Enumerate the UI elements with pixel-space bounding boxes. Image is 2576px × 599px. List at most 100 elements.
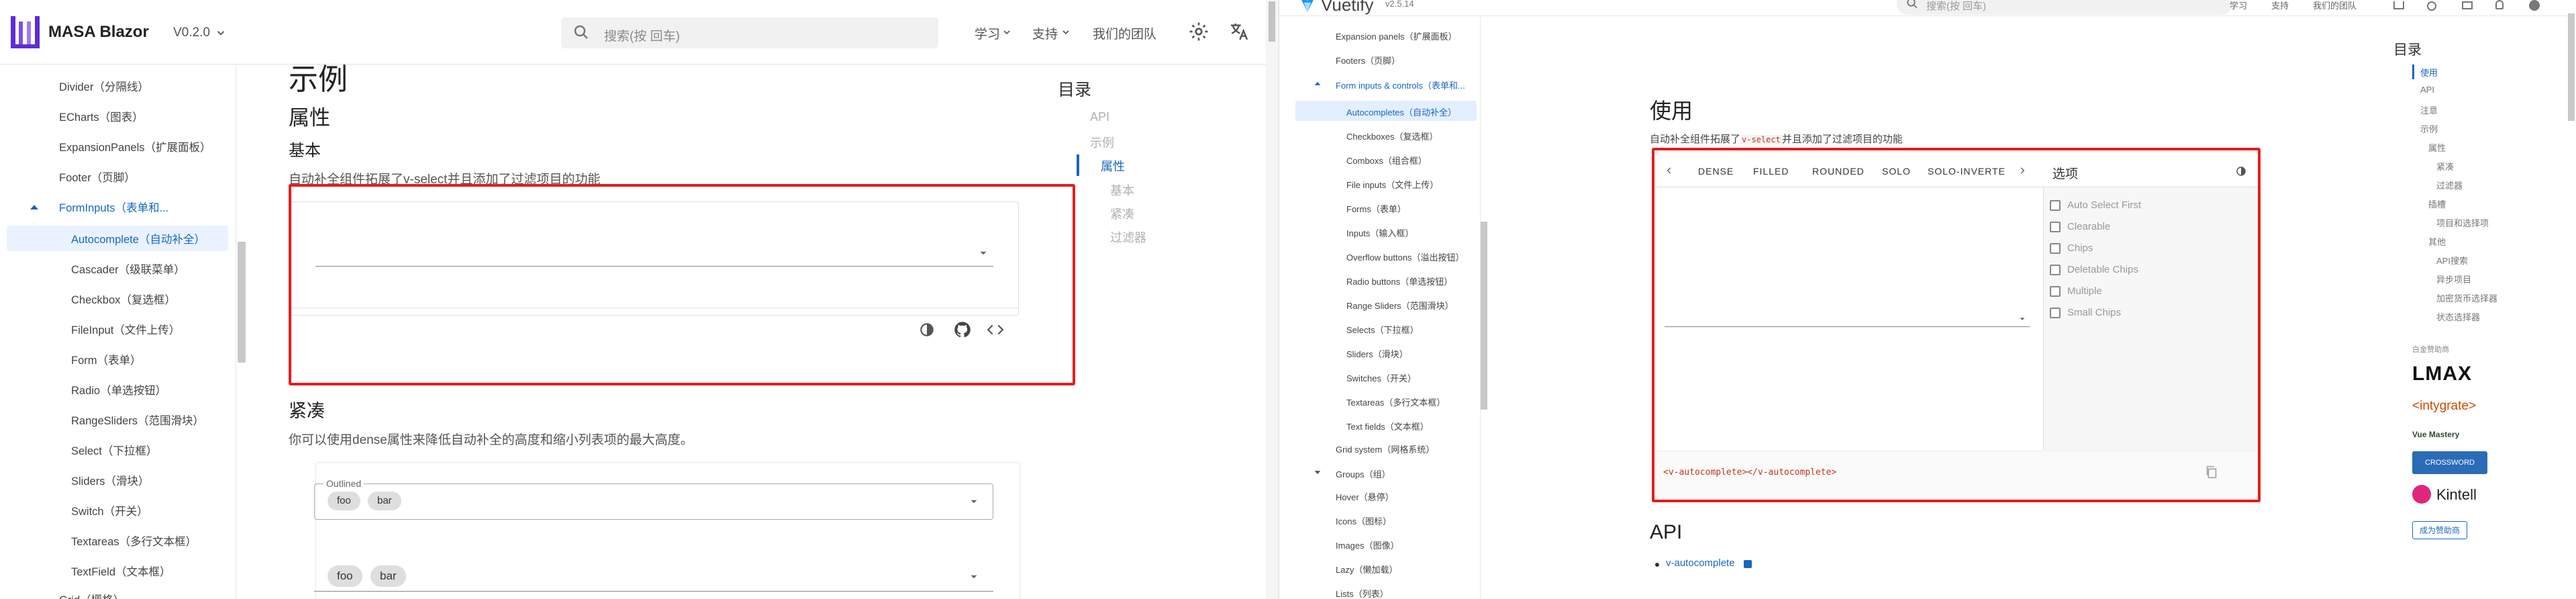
sidebar-item-divider[interactable]: Divider（分隔线）: [59, 78, 149, 94]
search-input[interactable]: 搜索(按 回车): [1897, 0, 2232, 15]
toc-item-basic[interactable]: 基本: [1110, 181, 1134, 199]
collapse-arrow-icon[interactable]: [1314, 81, 1321, 86]
toc-item-api[interactable]: API: [1090, 110, 1109, 124]
chip-foo[interactable]: foo: [328, 565, 362, 587]
sponsor-vue-mastery[interactable]: Vue Mastery: [2412, 430, 2459, 439]
sidebar-item-footers[interactable]: Footers（页脚）: [1336, 54, 1400, 66]
sidebar-item-select[interactable]: Select（下拉框）: [71, 442, 157, 458]
chevron-down-icon[interactable]: [215, 27, 227, 39]
version-selector[interactable]: v2.5.14: [1385, 0, 1414, 9]
nav-support[interactable]: 支持: [1032, 24, 1058, 42]
toc-item-examples[interactable]: 示例: [1090, 134, 1114, 151]
toc-item-filter[interactable]: 过滤器: [2436, 179, 2463, 191]
toc-item-dense[interactable]: 紧凑: [1110, 205, 1134, 222]
dropdown-arrow-icon[interactable]: [968, 571, 980, 583]
toc-item-api[interactable]: API: [2420, 85, 2434, 95]
sponsor-kintell[interactable]: Kintell: [2436, 486, 2477, 504]
sidebar-item-checkboxes[interactable]: Checkboxes（复选框）: [1346, 130, 1438, 142]
toc-item-slots[interactable]: 插槽: [2428, 197, 2446, 210]
sidebar-item-images[interactable]: Images（图像）: [1336, 539, 1399, 551]
collapse-arrow-icon[interactable]: [30, 203, 39, 210]
sidebar-item-forms[interactable]: Forms（表单）: [1346, 202, 1406, 215]
sidebar-item-lazy[interactable]: Lazy（懒加载）: [1336, 563, 1397, 575]
sidebar-item-selects[interactable]: Selects（下拉框）: [1346, 323, 1419, 336]
outlined-dense-autocomplete[interactable]: [314, 483, 993, 520]
gear-icon[interactable]: [1188, 21, 1209, 42]
bell-icon[interactable]: [2495, 0, 2504, 9]
sidebar-item-autocompletes[interactable]: Autocompletes（自动补全）: [1346, 105, 1456, 118]
sidebar-item-groups[interactable]: Groups（组）: [1336, 467, 1391, 480]
vuetify-logo-icon[interactable]: [1298, 0, 1317, 13]
sidebar-item-grid-system[interactable]: Grid system（网格系统）: [1336, 443, 1434, 455]
masa-logo-icon[interactable]: [9, 13, 43, 51]
brand-name[interactable]: MASA Blazor: [48, 23, 149, 42]
nav-team[interactable]: 我们的团队: [1093, 24, 1156, 42]
sidebar-item-switch[interactable]: Switch（开关）: [71, 502, 148, 518]
api-link-v-autocomplete[interactable]: v-autocomplete: [1666, 557, 1735, 569]
toc-item-crypto-selector[interactable]: 加密货币选择器: [2436, 291, 2497, 304]
become-sponsor-button[interactable]: 成为赞助商: [2412, 521, 2468, 539]
sidebar-item-expansionpanels[interactable]: ExpansionPanels（扩展面板）: [59, 138, 211, 154]
nav-team[interactable]: 我们的团队: [2313, 0, 2357, 11]
chip-foo[interactable]: foo: [328, 492, 360, 510]
sidebar-item-radio[interactable]: Radio（单选按钮）: [71, 381, 166, 398]
dropdown-arrow-icon[interactable]: [968, 496, 980, 508]
sidebar-item-comboxs[interactable]: Comboxs（组合框）: [1346, 154, 1427, 167]
toc-item-usage[interactable]: 使用: [2420, 66, 2438, 79]
toc-item-misc[interactable]: 其他: [2428, 235, 2446, 248]
sponsor-crossword-solver[interactable]: CROSSWORD SOLVER: [2412, 451, 2487, 490]
sidebar-item-cascader[interactable]: Cascader（级联菜单）: [71, 261, 185, 277]
toc-item-api-search[interactable]: API搜索: [2436, 254, 2468, 267]
sidebar-item-footer[interactable]: Footer（页脚）: [59, 169, 136, 185]
sidebar-item-grid[interactable]: Grid（栅格）: [59, 591, 124, 599]
sponsor-lmax[interactable]: LMAX: [2412, 363, 2472, 385]
brand-name[interactable]: Vuetify: [1321, 0, 1374, 15]
settings-icon[interactable]: [2427, 1, 2436, 11]
sidebar-item-form-inputs[interactable]: Form inputs & controls（表单和...: [1336, 79, 1465, 91]
sidebar-item-expansion-panels[interactable]: Expansion panels（扩展面板）: [1336, 30, 1457, 42]
toc-item-examples[interactable]: 示例: [2420, 122, 2438, 135]
sidebar-item-switches[interactable]: Switches（开关）: [1346, 371, 1416, 384]
store-icon[interactable]: [2393, 1, 2404, 9]
toc-item-filter[interactable]: 过滤器: [1110, 228, 1146, 246]
page-scrollbar[interactable]: [2568, 13, 2575, 121]
sidebar-item-checkbox[interactable]: Checkbox（复选框）: [71, 291, 176, 307]
sidebar-item-rangesliders[interactable]: RangeSliders（范围滑块）: [71, 412, 204, 428]
sidebar-item-icons[interactable]: Icons（图标）: [1336, 514, 1391, 527]
chip-bar[interactable]: bar: [368, 492, 401, 510]
toc-item-state-selector[interactable]: 状态选择器: [2436, 310, 2480, 323]
nav-support[interactable]: 支持: [2271, 0, 2289, 11]
sidebar-item-form[interactable]: Form（表单）: [71, 351, 142, 367]
sponsor-intygrate[interactable]: <intygrate>: [2412, 399, 2476, 414]
translate-icon[interactable]: [2462, 1, 2473, 9]
avatar-icon[interactable]: [2529, 0, 2540, 11]
toc-item-item-and-selection[interactable]: 项目和选择项: [2436, 216, 2489, 229]
sidebar-scrollbar[interactable]: [238, 242, 246, 363]
toc-item-async-items[interactable]: 异步项目: [2436, 273, 2471, 285]
chip-bar[interactable]: bar: [370, 565, 406, 587]
sidebar-item-range-sliders[interactable]: Range Sliders（范围滑块）: [1346, 299, 1454, 312]
sidebar-item-radio-buttons[interactable]: Radio buttons（单选按钮）: [1346, 275, 1452, 287]
translate-icon[interactable]: [1228, 21, 1250, 42]
sidebar-item-file-inputs[interactable]: File inputs（文件上传）: [1346, 178, 1438, 191]
sidebar-scrollbar[interactable]: [1481, 222, 1487, 410]
page-scrollbar[interactable]: [1269, 1, 1275, 42]
version-selector[interactable]: V0.2.0: [173, 26, 210, 40]
sidebar-item-inputs[interactable]: Inputs（输入框）: [1346, 226, 1414, 239]
search-input[interactable]: 搜索(按 回车): [561, 17, 938, 48]
toc-item-dense[interactable]: 紧凑: [2436, 160, 2454, 173]
toc-item-caveats[interactable]: 注意: [2420, 103, 2438, 116]
sidebar-item-sliders[interactable]: Sliders（滑块）: [1346, 347, 1408, 360]
sidebar-item-lists[interactable]: Lists（列表）: [1336, 587, 1389, 599]
sidebar-item-autocomplete[interactable]: Autocomplete（自动补全）: [71, 230, 205, 246]
nav-learn[interactable]: 学习: [2230, 0, 2247, 11]
sidebar-item-overflow-buttons[interactable]: Overflow buttons（溢出按钮）: [1346, 250, 1465, 263]
expand-arrow-icon[interactable]: [1314, 470, 1321, 475]
sidebar-item-textareas[interactable]: Textareas（多行文本框）: [71, 533, 197, 549]
nav-learn[interactable]: 学习: [975, 24, 1000, 42]
toc-item-props[interactable]: 属性: [2428, 141, 2446, 154]
sidebar-item-textfield[interactable]: TextField（文本框）: [71, 563, 171, 579]
sidebar-item-text-fields[interactable]: Text fields（文本框）: [1346, 420, 1429, 432]
sidebar-item-forminputs[interactable]: FormInputs（表单和...: [59, 199, 168, 215]
sidebar-item-fileinput[interactable]: FileInput（文件上传）: [71, 321, 180, 337]
